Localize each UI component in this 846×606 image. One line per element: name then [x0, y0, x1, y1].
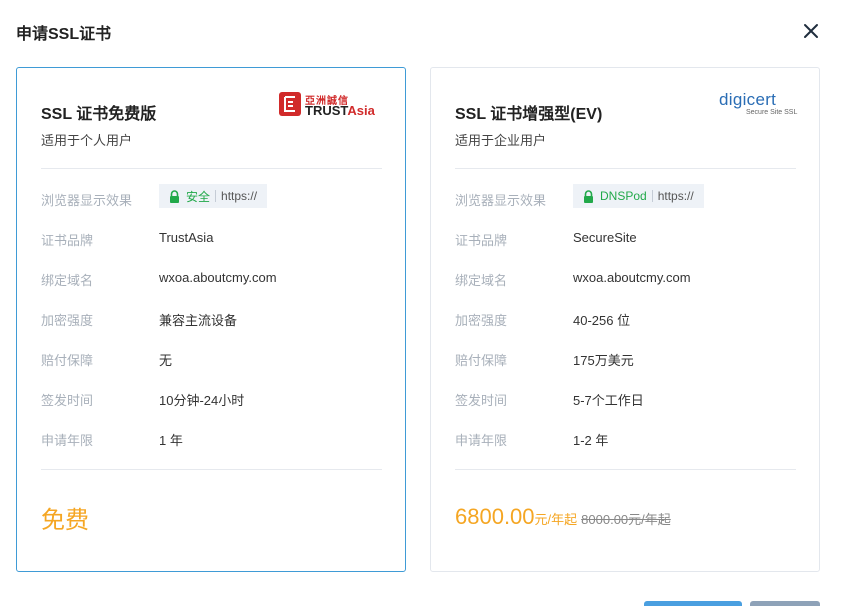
plan-subtitle: 适用于企业用户 [455, 133, 547, 148]
price: 免费 [41, 507, 89, 534]
plan-card-ev[interactable]: SSL 证书增强型(EV) 适用于企业用户 digicert Secure Si… [430, 67, 820, 572]
trustasia-logo: 亞洲誠信 TRUSTAsia [279, 92, 379, 118]
plan-name: SSL 证书免费版 [41, 106, 157, 123]
digicert-logo: digicert Secure Site SSL [719, 90, 798, 116]
ssl-dialog: 申请SSL证书 SSL 证书免费版 适用于个人用户 亞洲誠信 TRUSTAsia… [0, 0, 846, 606]
price: 6800.00元/年起 8000.00元/年起 [455, 504, 671, 529]
original-price: 8000.00元/年起 [581, 512, 671, 527]
lock-icon [170, 189, 179, 203]
divider [41, 168, 382, 169]
divider [455, 168, 796, 169]
divider [455, 469, 796, 470]
browser-preview: 安全 https:// [159, 184, 268, 208]
close-icon[interactable] [800, 20, 822, 42]
cancel-button[interactable] [750, 601, 820, 606]
dialog-title: 申请SSL证书 [16, 26, 112, 43]
plan-name: SSL 证书增强型(EV) [455, 106, 603, 123]
browser-preview: DNSPod https:// [573, 184, 704, 208]
confirm-button[interactable] [644, 601, 742, 606]
lock-icon [584, 189, 593, 203]
plan-subtitle: 适用于个人用户 [41, 133, 133, 148]
plan-card-free[interactable]: SSL 证书免费版 适用于个人用户 亞洲誠信 TRUSTAsia 浏览器显示效果… [16, 67, 406, 572]
divider [41, 469, 382, 470]
